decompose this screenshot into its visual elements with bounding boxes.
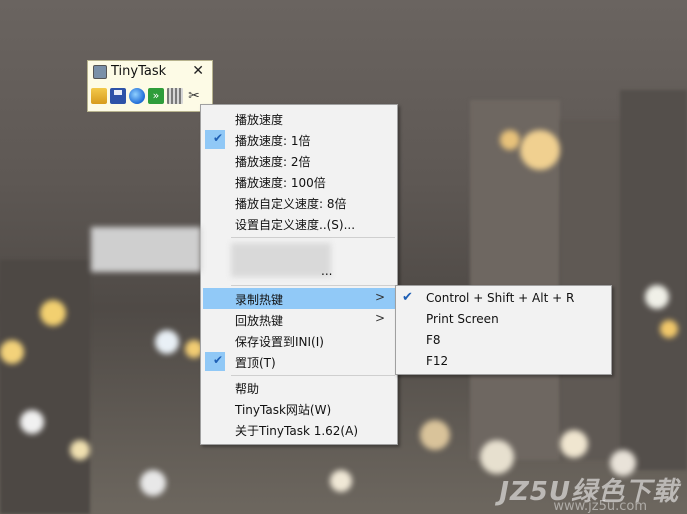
menu-separator (231, 237, 395, 238)
menu-item-label: 播放速度: 100倍 (235, 176, 326, 190)
menu-item-speed-1x[interactable]: ✔ 播放速度: 1倍 (203, 129, 395, 150)
menu-separator (231, 375, 395, 376)
submenu-item-f12[interactable]: F12 (398, 351, 609, 372)
menu-item-label: 保存设置到INI(I) (235, 335, 324, 349)
submenu-item-f8[interactable]: F8 (398, 330, 609, 351)
compile-icon[interactable] (167, 88, 183, 104)
app-icon (93, 65, 107, 79)
submenu-item-label: F12 (426, 354, 449, 368)
menu-item-label: TinyTask网站(W) (235, 403, 332, 417)
menu-item-about[interactable]: 关于TinyTask 1.62(A) (203, 419, 395, 440)
menu-item-label: 播放自定义速度: 8倍 (235, 197, 347, 211)
menu-item-speed-header[interactable]: 播放速度 (203, 108, 395, 129)
chevron-right-icon: > (374, 311, 385, 325)
menu-item-save-ini[interactable]: 保存设置到INI(I) (203, 330, 395, 351)
menu-item-obscured[interactable]: ... (203, 261, 395, 282)
watermark-url: www.jz5u.com (553, 499, 647, 514)
menu-item-label: 关于TinyTask 1.62(A) (235, 424, 359, 438)
context-menu: 播放速度 ✔ 播放速度: 1倍 播放速度: 2倍 播放速度: 100倍 播放自定… (91, 104, 398, 445)
menu-item-label: 帮助 (235, 382, 260, 396)
menu-item-label: 播放速度 (235, 113, 284, 127)
close-icon[interactable]: ✕ (192, 63, 204, 79)
menu-item-topmost[interactable]: ✔ 置顶(T) (203, 351, 395, 372)
prefs-icon[interactable]: ✂ (186, 88, 202, 104)
record-hotkey-submenu: ✔ Control + Shift + Alt + R Print Screen… (395, 285, 612, 375)
menu-item-custom-speed[interactable]: 播放自定义速度: 8倍 (203, 192, 395, 213)
play-icon[interactable]: » (148, 88, 164, 104)
menu-item-website[interactable]: TinyTask网站(W) (203, 398, 395, 419)
submenu-item-label: Control + Shift + Alt + R (426, 291, 575, 305)
menu-item-label: 录制热键 (235, 293, 284, 307)
submenu-item-ctrl-shift-alt-r[interactable]: ✔ Control + Shift + Alt + R (398, 288, 609, 309)
menu-item-record-hotkey[interactable]: 录制热键 > (203, 288, 395, 309)
open-icon[interactable] (91, 88, 107, 104)
toolbar: » ✂ (91, 88, 202, 106)
menu-separator (231, 285, 395, 286)
menu-item-set-custom-speed[interactable]: 设置自定义速度..(S)... (203, 213, 395, 234)
menu-item-label: 播放速度: 1倍 (235, 134, 311, 148)
menu-item-label: 设置自定义速度..(S)... (235, 218, 356, 232)
chevron-right-icon: > (374, 290, 385, 304)
menu-item-help[interactable]: 帮助 (203, 377, 395, 398)
tinytask-window: TinyTask ✕ » ✂ (87, 60, 213, 112)
window-title: TinyTask (111, 64, 167, 79)
menu-item-label: 回放热键 (235, 314, 284, 328)
submenu-item-label: F8 (426, 333, 441, 347)
menu-item-label: 置顶(T) (235, 356, 276, 370)
checkmark-icon: ✔ (213, 353, 224, 367)
menu-item-label: 播放速度: 2倍 (235, 155, 311, 169)
save-icon[interactable] (110, 88, 126, 104)
record-icon[interactable] (129, 88, 145, 104)
menu-item-speed-100x[interactable]: 播放速度: 100倍 (203, 171, 395, 192)
checkmark-icon: ✔ (402, 290, 413, 305)
title-bar[interactable]: TinyTask ✕ (88, 61, 212, 83)
submenu-item-print-screen[interactable]: Print Screen (398, 309, 609, 330)
menu-item-playback-hotkey[interactable]: 回放热键 > (203, 309, 395, 330)
checkmark-icon: ✔ (213, 131, 224, 145)
submenu-item-label: Print Screen (426, 312, 499, 326)
obscured-region (91, 227, 201, 272)
menu-item-label: ... (321, 264, 333, 278)
menu-item-speed-2x[interactable]: 播放速度: 2倍 (203, 150, 395, 171)
